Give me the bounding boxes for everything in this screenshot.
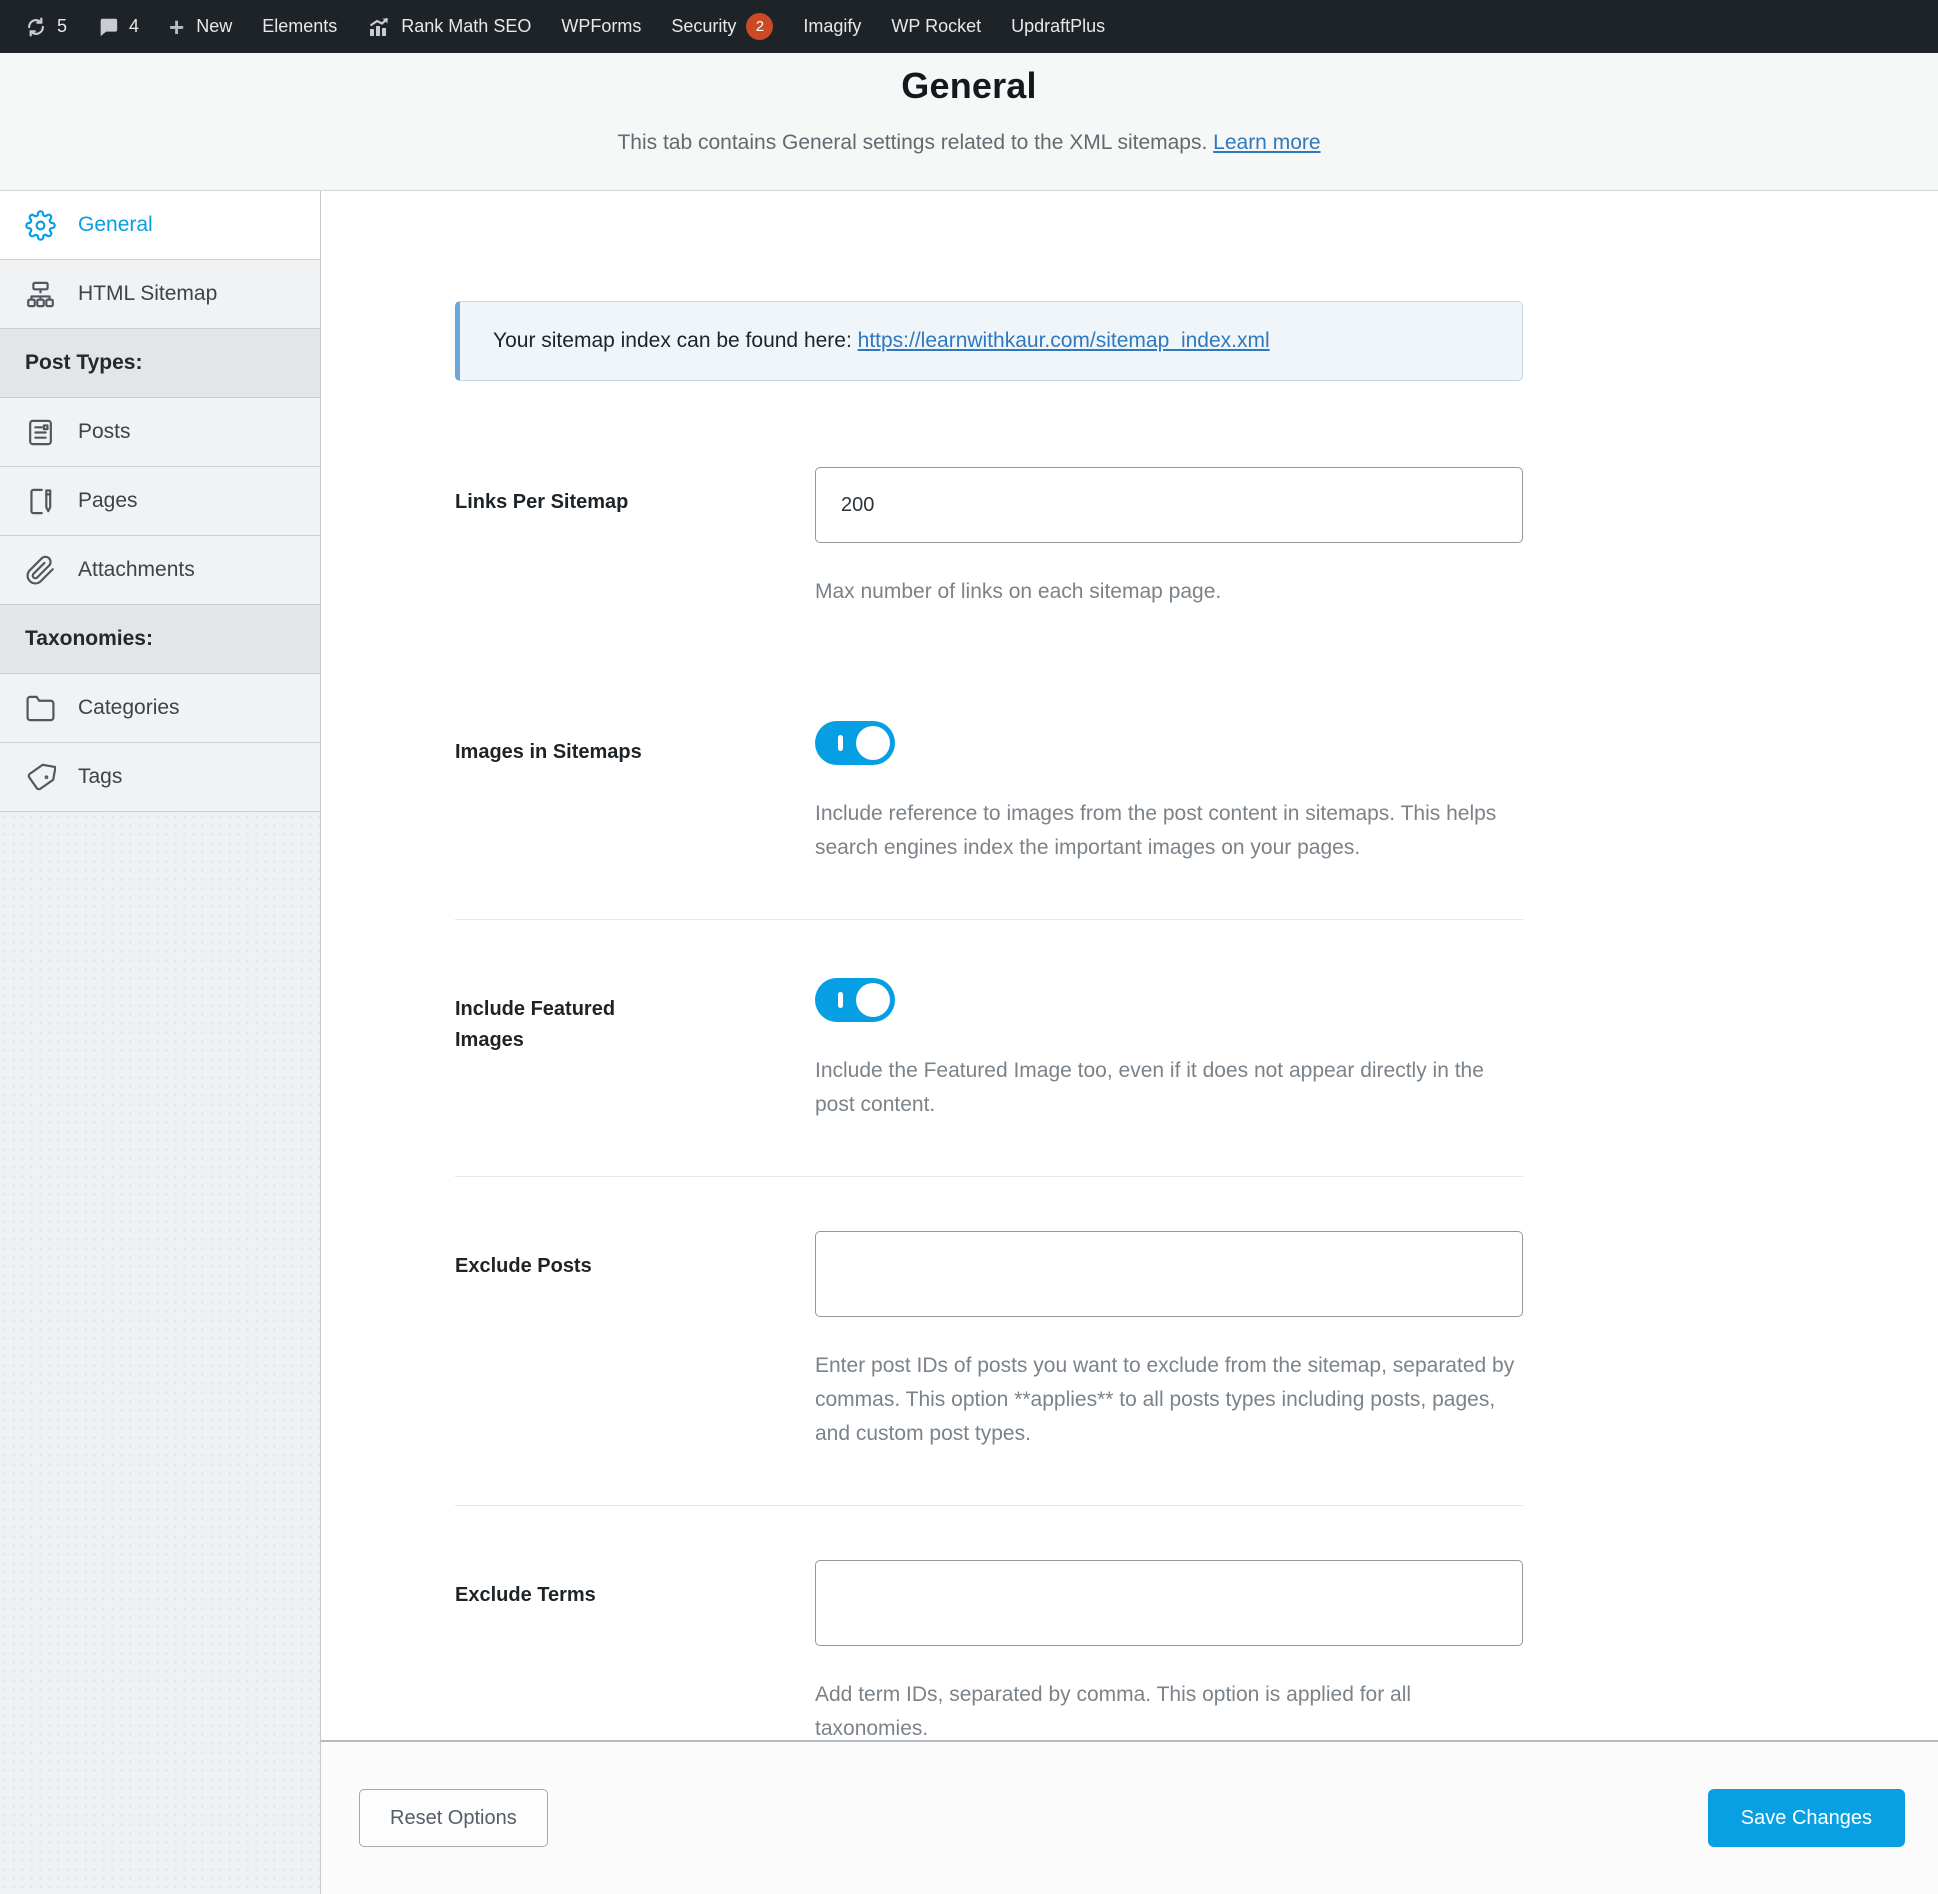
- sidebar-tab-attachments[interactable]: Attachments: [0, 536, 320, 605]
- settings-footer: Reset Options Save Changes: [321, 1740, 1938, 1894]
- include-featured-images-row: Include Featured Images Include the Feat…: [455, 919, 1523, 1176]
- sitemap-index-notice: Your sitemap index can be found here: ht…: [455, 301, 1523, 381]
- updates-icon: [25, 16, 47, 38]
- tag-icon: [25, 762, 56, 793]
- wp-admin-bar: 5 4 + New Elements Ran: [0, 0, 1938, 53]
- rank-math-sitemap-settings-page: 5 4 + New Elements Ran: [0, 0, 1938, 1894]
- reset-options-button[interactable]: Reset Options: [359, 1789, 548, 1847]
- plus-icon: +: [169, 14, 184, 40]
- images-in-sitemaps-help: Include reference to images from the pos…: [815, 797, 1523, 865]
- post-icon: [25, 417, 56, 448]
- sidebar-tab-posts[interactable]: Posts: [0, 398, 320, 467]
- exclude-posts-row: Exclude Posts Enter post IDs of posts yo…: [455, 1176, 1523, 1505]
- comments-count: 4: [129, 16, 139, 37]
- learn-more-link[interactable]: Learn more: [1213, 131, 1320, 154]
- sidebar-tab-label: Pages: [78, 489, 138, 513]
- links-per-sitemap-label: Links Per Sitemap: [455, 487, 628, 518]
- include-featured-images-toggle[interactable]: [815, 978, 895, 1022]
- updates-count: 5: [57, 16, 67, 37]
- elements-menu[interactable]: Elements: [247, 0, 352, 53]
- sidebar-section-taxonomies: Taxonomies:: [0, 605, 320, 674]
- toggle-on-marker: [838, 735, 843, 751]
- save-changes-button[interactable]: Save Changes: [1708, 1789, 1905, 1847]
- settings-sidebar: General HTML Sitemap Post Types:: [0, 191, 320, 1894]
- comments-menu[interactable]: 4: [82, 0, 154, 53]
- updates-menu[interactable]: 5: [10, 0, 82, 53]
- sidebar-tab-label: HTML Sitemap: [78, 282, 217, 306]
- comments-icon: [97, 16, 119, 38]
- sitemap-icon: [25, 279, 56, 310]
- include-featured-images-help: Include the Featured Image too, even if …: [815, 1054, 1523, 1122]
- notice-text: Your sitemap index can be found here:: [493, 329, 858, 352]
- gear-icon: [25, 210, 56, 241]
- sidebar-tab-label: Attachments: [78, 558, 195, 582]
- sidebar-tab-general[interactable]: General: [0, 191, 320, 260]
- folder-icon: [25, 693, 56, 724]
- updraftplus-menu[interactable]: UpdraftPlus: [996, 0, 1120, 53]
- exclude-posts-input[interactable]: [815, 1231, 1523, 1317]
- include-featured-images-label: Include Featured Images: [455, 994, 655, 1056]
- imagify-menu[interactable]: Imagify: [788, 0, 876, 53]
- security-notification-badge: 2: [746, 13, 773, 40]
- images-in-sitemaps-row: Images in Sitemaps Include reference to …: [455, 663, 1523, 919]
- wpforms-menu[interactable]: WPForms: [546, 0, 656, 53]
- links-per-sitemap-input[interactable]: [815, 467, 1523, 543]
- exclude-terms-help: Add term IDs, separated by comma. This o…: [815, 1678, 1523, 1740]
- links-per-sitemap-help: Max number of links on each sitemap page…: [815, 575, 1523, 609]
- paperclip-icon: [25, 555, 56, 586]
- settings-header: General This tab contains General settin…: [0, 53, 1938, 190]
- sidebar-tab-label: Categories: [78, 696, 180, 720]
- wp-rocket-menu[interactable]: WP Rocket: [876, 0, 996, 53]
- toggle-on-marker: [838, 992, 843, 1008]
- exclude-terms-label: Exclude Terms: [455, 1580, 596, 1611]
- sidebar-section-post-types: Post Types:: [0, 329, 320, 398]
- page-subtitle: This tab contains General settings relat…: [617, 131, 1207, 154]
- settings-main-panel: Your sitemap index can be found here: ht…: [320, 191, 1938, 1894]
- exclude-posts-label: Exclude Posts: [455, 1251, 592, 1282]
- sidebar-tab-categories[interactable]: Categories: [0, 674, 320, 743]
- rank-math-chart-icon: [367, 15, 391, 39]
- toggle-knob: [856, 726, 890, 760]
- rank-math-menu[interactable]: Rank Math SEO: [352, 0, 546, 53]
- sidebar-tab-label: Posts: [78, 420, 131, 444]
- images-in-sitemaps-toggle[interactable]: [815, 721, 895, 765]
- page-icon: [25, 486, 56, 517]
- new-content-menu[interactable]: + New: [154, 0, 247, 53]
- security-menu[interactable]: Security 2: [656, 0, 788, 53]
- links-per-sitemap-row: Links Per Sitemap Max number of links on…: [455, 381, 1523, 663]
- exclude-terms-row: Exclude Terms Add term IDs, separated by…: [455, 1505, 1523, 1740]
- sidebar-tab-label: Tags: [78, 765, 122, 789]
- sitemap-index-link[interactable]: https://learnwithkaur.com/sitemap_index.…: [858, 329, 1270, 352]
- toggle-knob: [856, 983, 890, 1017]
- images-in-sitemaps-label: Images in Sitemaps: [455, 737, 642, 768]
- sidebar-tab-label: General: [78, 213, 153, 237]
- sidebar-tab-pages[interactable]: Pages: [0, 467, 320, 536]
- exclude-terms-input[interactable]: [815, 1560, 1523, 1646]
- new-label: New: [196, 16, 232, 37]
- sidebar-tab-tags[interactable]: Tags: [0, 743, 320, 812]
- page-title: General: [0, 65, 1938, 107]
- sidebar-tab-html-sitemap[interactable]: HTML Sitemap: [0, 260, 320, 329]
- exclude-posts-help: Enter post IDs of posts you want to excl…: [815, 1349, 1523, 1451]
